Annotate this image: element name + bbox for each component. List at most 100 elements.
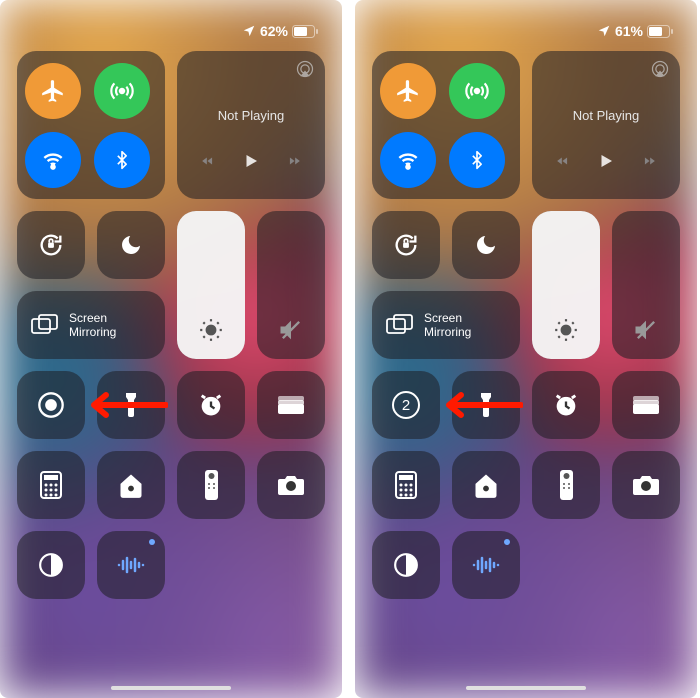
remote-icon xyxy=(560,470,573,500)
calculator-icon xyxy=(40,471,62,499)
bluetooth-icon xyxy=(467,147,487,173)
waveform-icon xyxy=(471,555,501,575)
camera-icon xyxy=(276,473,306,497)
battery-icon xyxy=(647,25,673,38)
now-playing-title: Not Playing xyxy=(218,108,284,123)
airplay-icon[interactable] xyxy=(650,59,670,79)
media-module[interactable]: Not Playing xyxy=(532,51,680,199)
screen-mirroring-label: Screen Mirroring xyxy=(69,311,116,340)
control-center-grid: Not Playing Screen Mirroring xyxy=(375,51,677,599)
screen-mirroring-button[interactable]: Screen Mirroring xyxy=(372,291,520,359)
brightness-slider[interactable] xyxy=(177,211,245,359)
speaker-mute-icon xyxy=(277,316,305,344)
airplay-icon[interactable] xyxy=(295,59,315,79)
screenshot-left: 62% Not Playi xyxy=(0,0,342,698)
antenna-icon xyxy=(464,78,490,104)
home-button[interactable] xyxy=(452,451,520,519)
connectivity-module xyxy=(372,51,520,199)
alarm-icon xyxy=(552,391,580,419)
battery-percent: 61% xyxy=(615,23,643,39)
wifi-button[interactable] xyxy=(380,132,436,188)
camera-icon xyxy=(631,473,661,497)
connectivity-module xyxy=(17,51,165,199)
wifi-button[interactable] xyxy=(25,132,81,188)
do-not-disturb-button[interactable] xyxy=(452,211,520,279)
record-icon xyxy=(37,391,65,419)
battery-icon xyxy=(292,25,318,38)
rewind-icon[interactable] xyxy=(553,154,573,168)
play-icon[interactable] xyxy=(597,151,615,171)
remote-icon xyxy=(205,470,218,500)
airplane-mode-button[interactable] xyxy=(25,63,81,119)
wallet-icon xyxy=(631,394,661,416)
cellular-data-button[interactable] xyxy=(449,63,505,119)
waveform-icon xyxy=(116,555,146,575)
screen-record-button[interactable] xyxy=(17,371,85,439)
control-center-grid: Not Playing Screen Mirroring xyxy=(20,51,322,599)
battery-percent: 62% xyxy=(260,23,288,39)
wifi-icon xyxy=(395,147,421,173)
bluetooth-button[interactable] xyxy=(94,132,150,188)
brightness-slider[interactable] xyxy=(532,211,600,359)
location-arrow-icon xyxy=(242,24,256,38)
calculator-button[interactable] xyxy=(372,451,440,519)
shazam-button[interactable] xyxy=(452,531,520,599)
alarm-icon xyxy=(197,391,225,419)
alarm-button[interactable] xyxy=(177,371,245,439)
screen-mirroring-icon xyxy=(386,314,414,336)
dark-mode-button[interactable] xyxy=(372,531,440,599)
alarm-button[interactable] xyxy=(532,371,600,439)
status-bar: 61% xyxy=(375,11,677,51)
contrast-icon xyxy=(38,552,64,578)
moon-icon xyxy=(474,233,498,257)
media-module[interactable]: Not Playing xyxy=(177,51,325,199)
wallet-button[interactable] xyxy=(257,371,325,439)
camera-button[interactable] xyxy=(257,451,325,519)
forward-icon[interactable] xyxy=(284,154,304,168)
wallet-button[interactable] xyxy=(612,371,680,439)
shazam-button[interactable] xyxy=(97,531,165,599)
now-playing-title: Not Playing xyxy=(573,108,639,123)
home-icon xyxy=(117,471,145,499)
screen-record-button[interactable]: 2 xyxy=(372,371,440,439)
play-icon[interactable] xyxy=(242,151,260,171)
flashlight-button[interactable] xyxy=(452,371,520,439)
home-icon xyxy=(472,471,500,499)
status-bar: 62% xyxy=(20,11,322,51)
volume-slider[interactable] xyxy=(257,211,325,359)
record-countdown: 2 xyxy=(392,391,420,419)
home-button[interactable] xyxy=(97,451,165,519)
rewind-icon[interactable] xyxy=(198,154,218,168)
airplane-icon xyxy=(395,78,421,104)
do-not-disturb-button[interactable] xyxy=(97,211,165,279)
screenshot-right: 61% Not Playing xyxy=(355,0,697,698)
sun-icon xyxy=(553,317,579,343)
remote-button[interactable] xyxy=(177,451,245,519)
calculator-button[interactable] xyxy=(17,451,85,519)
rotation-lock-icon xyxy=(392,231,420,259)
forward-icon[interactable] xyxy=(639,154,659,168)
cellular-data-button[interactable] xyxy=(94,63,150,119)
flashlight-button[interactable] xyxy=(97,371,165,439)
airplane-mode-button[interactable] xyxy=(380,63,436,119)
moon-icon xyxy=(119,233,143,257)
rotation-lock-icon xyxy=(37,231,65,259)
volume-slider[interactable] xyxy=(612,211,680,359)
flashlight-icon xyxy=(123,391,139,419)
screen-mirroring-button[interactable]: Screen Mirroring xyxy=(17,291,165,359)
calculator-icon xyxy=(395,471,417,499)
flashlight-icon xyxy=(478,391,494,419)
contrast-icon xyxy=(393,552,419,578)
rotation-lock-button[interactable] xyxy=(372,211,440,279)
remote-button[interactable] xyxy=(532,451,600,519)
rotation-lock-button[interactable] xyxy=(17,211,85,279)
screen-mirroring-icon xyxy=(31,314,59,336)
camera-button[interactable] xyxy=(612,451,680,519)
location-arrow-icon xyxy=(597,24,611,38)
antenna-icon xyxy=(109,78,135,104)
bluetooth-icon xyxy=(112,147,132,173)
wallet-icon xyxy=(276,394,306,416)
dark-mode-button[interactable] xyxy=(17,531,85,599)
bluetooth-button[interactable] xyxy=(449,132,505,188)
speaker-mute-icon xyxy=(632,316,660,344)
